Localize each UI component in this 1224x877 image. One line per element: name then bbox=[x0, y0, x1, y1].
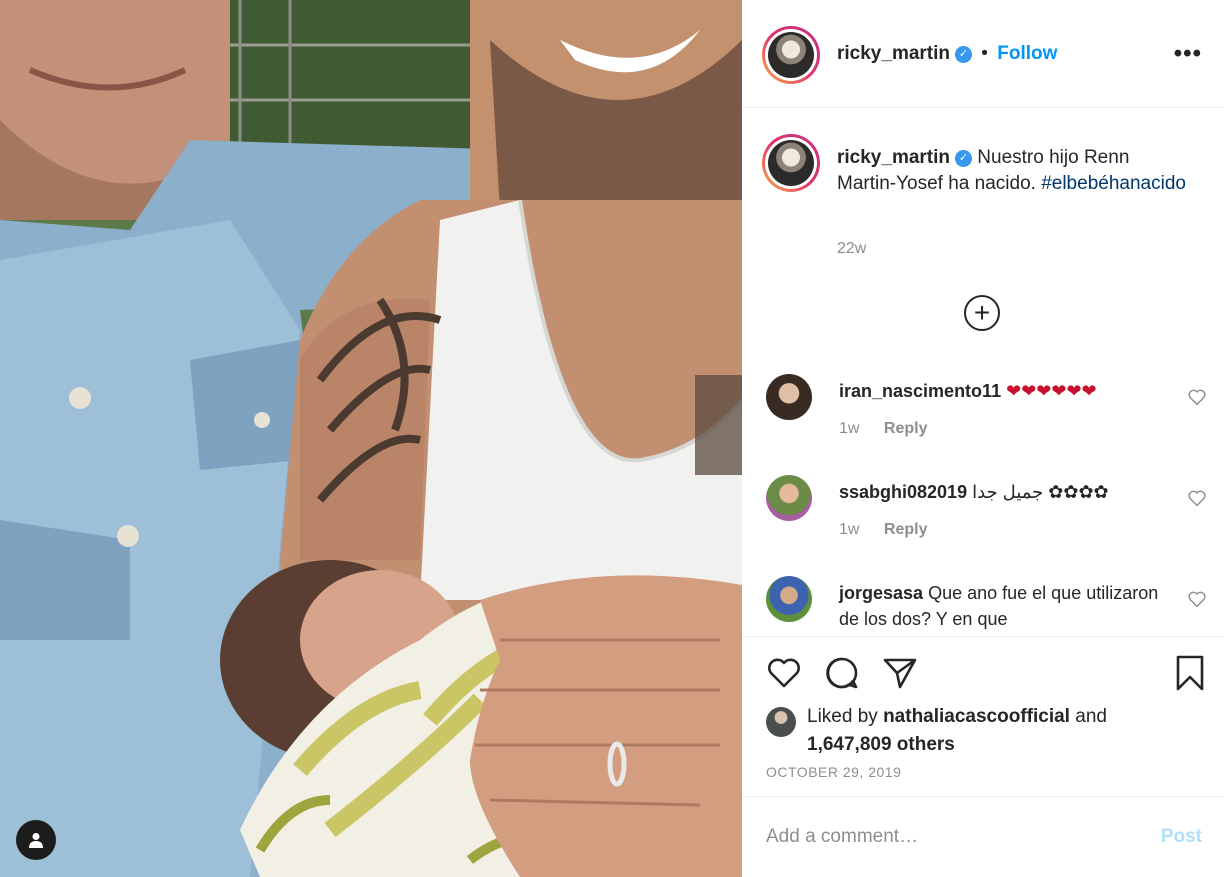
likes-count[interactable]: 1,647,809 others bbox=[807, 734, 955, 755]
post-comment-button[interactable]: Post bbox=[1161, 826, 1202, 848]
author-username[interactable]: ricky_martin bbox=[837, 43, 950, 64]
commenter-avatar[interactable] bbox=[766, 576, 812, 622]
caption-text: ricky_martin ✓ Nuestro hijo Renn Martin-Y… bbox=[837, 145, 1187, 197]
comment-body: iran_nascimento11 ❤❤❤❤❤❤ bbox=[839, 378, 1169, 404]
caption-author-username[interactable]: ricky_martin bbox=[837, 147, 950, 168]
post-side-panel: ricky_martin ✓ • Follow ••• ricky_martin ✓… bbox=[742, 0, 1224, 877]
comment-icon[interactable] bbox=[822, 653, 862, 693]
comment-text: جميل جدا ✿✿✿✿ bbox=[972, 482, 1109, 502]
more-options-icon[interactable]: ••• bbox=[1174, 42, 1202, 66]
liker-username[interactable]: nathaliacascoofficial bbox=[883, 706, 1070, 727]
likes-text: Liked by nathaliacascoofficial and 1,647… bbox=[807, 703, 1187, 759]
post-actions: Liked by nathaliacascoofficial and 1,647… bbox=[742, 636, 1224, 796]
follow-button[interactable]: Follow bbox=[997, 43, 1057, 64]
add-comment-bar: Post bbox=[742, 796, 1224, 877]
comment-input[interactable] bbox=[766, 817, 1126, 857]
comment-time: 1w bbox=[839, 521, 860, 538]
liker-avatar[interactable] bbox=[766, 707, 796, 737]
post-header: ricky_martin ✓ • Follow ••• bbox=[742, 0, 1224, 108]
comment-time: 1w bbox=[839, 420, 860, 437]
comment-like-heart-icon[interactable] bbox=[1186, 588, 1208, 610]
bookmark-icon[interactable] bbox=[1170, 653, 1210, 693]
post-date[interactable]: OCTOBER 29, 2019 bbox=[766, 764, 901, 780]
post-image bbox=[0, 0, 742, 877]
commenter-avatar[interactable] bbox=[766, 475, 812, 521]
commenter-username[interactable]: jorgesasa bbox=[839, 583, 923, 603]
verified-badge-icon: ✓ bbox=[955, 46, 973, 63]
caption-timestamp: 22w bbox=[837, 240, 867, 257]
reply-button[interactable]: Reply bbox=[884, 420, 928, 437]
post-photo[interactable] bbox=[0, 0, 742, 877]
load-more-comments-button[interactable]: + bbox=[964, 295, 1000, 331]
comment-like-heart-icon[interactable] bbox=[1186, 487, 1208, 509]
comment-meta: 1w Reply bbox=[839, 521, 947, 539]
comment-meta: 1w Reply bbox=[839, 420, 947, 438]
caption-hashtag[interactable]: #elbebéhanacido bbox=[1041, 173, 1186, 194]
separator-dot: • bbox=[981, 43, 988, 64]
paper-plane-icon[interactable] bbox=[880, 653, 920, 693]
comment-body: ssabghi082019 جميل جدا ✿✿✿✿ bbox=[839, 479, 1169, 505]
commenter-username[interactable]: ssabghi082019 bbox=[839, 482, 967, 502]
comment-body: jorgesasa Que ano fue el que utilizaron … bbox=[839, 580, 1169, 632]
caption-author-avatar[interactable] bbox=[762, 134, 820, 192]
comments-list[interactable]: ricky_martin ✓ Nuestro hijo Renn Martin-Y… bbox=[742, 108, 1224, 636]
liked-by-prefix: Liked by bbox=[807, 706, 878, 727]
commenter-username[interactable]: iran_nascimento11 bbox=[839, 381, 1001, 401]
author-name-line: ricky_martin ✓ • Follow bbox=[837, 43, 1057, 65]
author-avatar[interactable] bbox=[762, 26, 820, 84]
commenter-avatar[interactable] bbox=[766, 374, 812, 420]
verified-badge-icon: ✓ bbox=[955, 150, 973, 167]
heart-icon[interactable] bbox=[764, 653, 804, 693]
user-tag-icon bbox=[29, 833, 43, 848]
reply-button[interactable]: Reply bbox=[884, 521, 928, 538]
plus-icon: + bbox=[973, 297, 991, 328]
comment-like-heart-icon[interactable] bbox=[1186, 386, 1208, 408]
likes-and: and bbox=[1075, 706, 1107, 727]
user-tag-button[interactable] bbox=[16, 820, 56, 860]
comment-text: ❤❤❤❤❤❤ bbox=[1006, 381, 1097, 401]
